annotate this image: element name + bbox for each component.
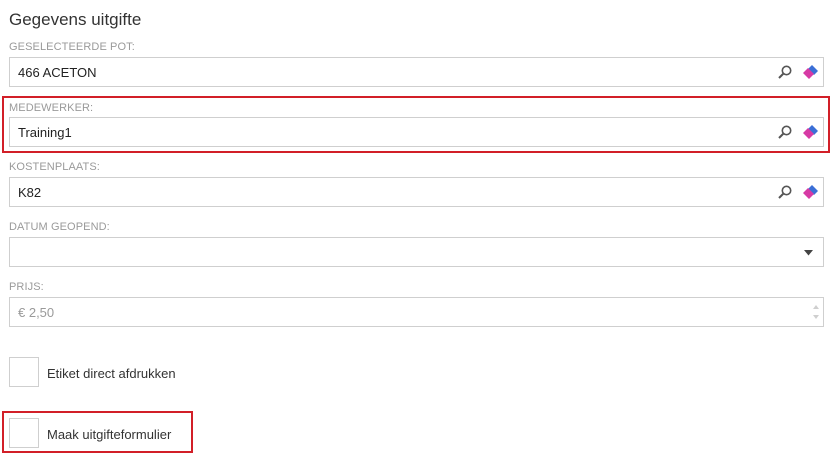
formulier-checkbox[interactable] bbox=[9, 418, 39, 448]
kostenplaats-label: KOSTENPLAATS: bbox=[9, 161, 100, 173]
kostenplaats-field[interactable]: K82 bbox=[9, 177, 824, 207]
prijs-field[interactable]: € 2,50 bbox=[9, 297, 824, 327]
medewerker-field[interactable]: Training1 bbox=[9, 117, 824, 147]
pot-field[interactable]: 466 ACETON bbox=[9, 57, 824, 87]
medewerker-value: Training1 bbox=[18, 125, 72, 140]
search-icon[interactable] bbox=[777, 64, 793, 80]
formulier-checkbox-label: Maak uitgifteformulier bbox=[47, 427, 172, 442]
prijs-placeholder: € 2,50 bbox=[18, 305, 55, 320]
eraser-icon[interactable] bbox=[800, 184, 818, 200]
datum-select[interactable] bbox=[9, 237, 824, 267]
medewerker-label: MEDEWERKER: bbox=[9, 102, 94, 114]
pot-value: 466 ACETON bbox=[18, 65, 97, 80]
eraser-icon[interactable] bbox=[800, 124, 818, 140]
datum-label: DATUM GEOPEND: bbox=[9, 221, 110, 233]
pot-label: GESELECTEERDE POT: bbox=[9, 41, 135, 53]
prijs-label: PRIJS: bbox=[9, 281, 44, 293]
spinner-icon[interactable] bbox=[811, 301, 821, 323]
eraser-icon[interactable] bbox=[800, 64, 818, 80]
chevron-down-icon[interactable] bbox=[804, 250, 813, 256]
etiket-checkbox[interactable] bbox=[9, 357, 39, 387]
kostenplaats-value: K82 bbox=[18, 185, 42, 200]
section-title: Gegevens uitgifte bbox=[9, 10, 142, 29]
etiket-checkbox-label: Etiket direct afdrukken bbox=[47, 366, 176, 381]
search-icon[interactable] bbox=[777, 124, 793, 140]
search-icon[interactable] bbox=[777, 184, 793, 200]
